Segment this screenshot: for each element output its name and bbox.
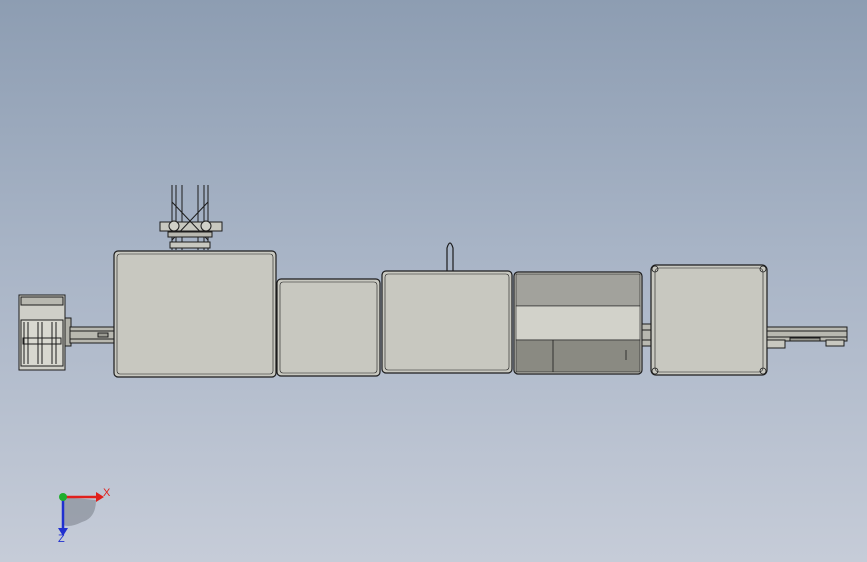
module-3[interactable] [381,270,513,374]
coordinate-triad: X Z [58,487,111,545]
cad-viewport[interactable]: X Z [0,0,867,562]
roll-holder[interactable] [159,185,223,250]
module-4[interactable] [513,271,643,375]
z-axis-label: Z [58,533,65,545]
module-2[interactable] [276,278,381,377]
machine-top-view: X Z [18,185,848,545]
outfeed-conveyor[interactable] [766,326,848,349]
infeed-conveyor[interactable] [69,326,116,344]
module-5[interactable] [650,264,768,376]
top-handle[interactable] [446,242,454,271]
y-axis-marker [59,493,67,501]
feeder-unit[interactable] [18,294,72,371]
triad-shadow [63,497,96,526]
module-1[interactable] [113,250,277,378]
x-axis-label: X [103,487,111,499]
